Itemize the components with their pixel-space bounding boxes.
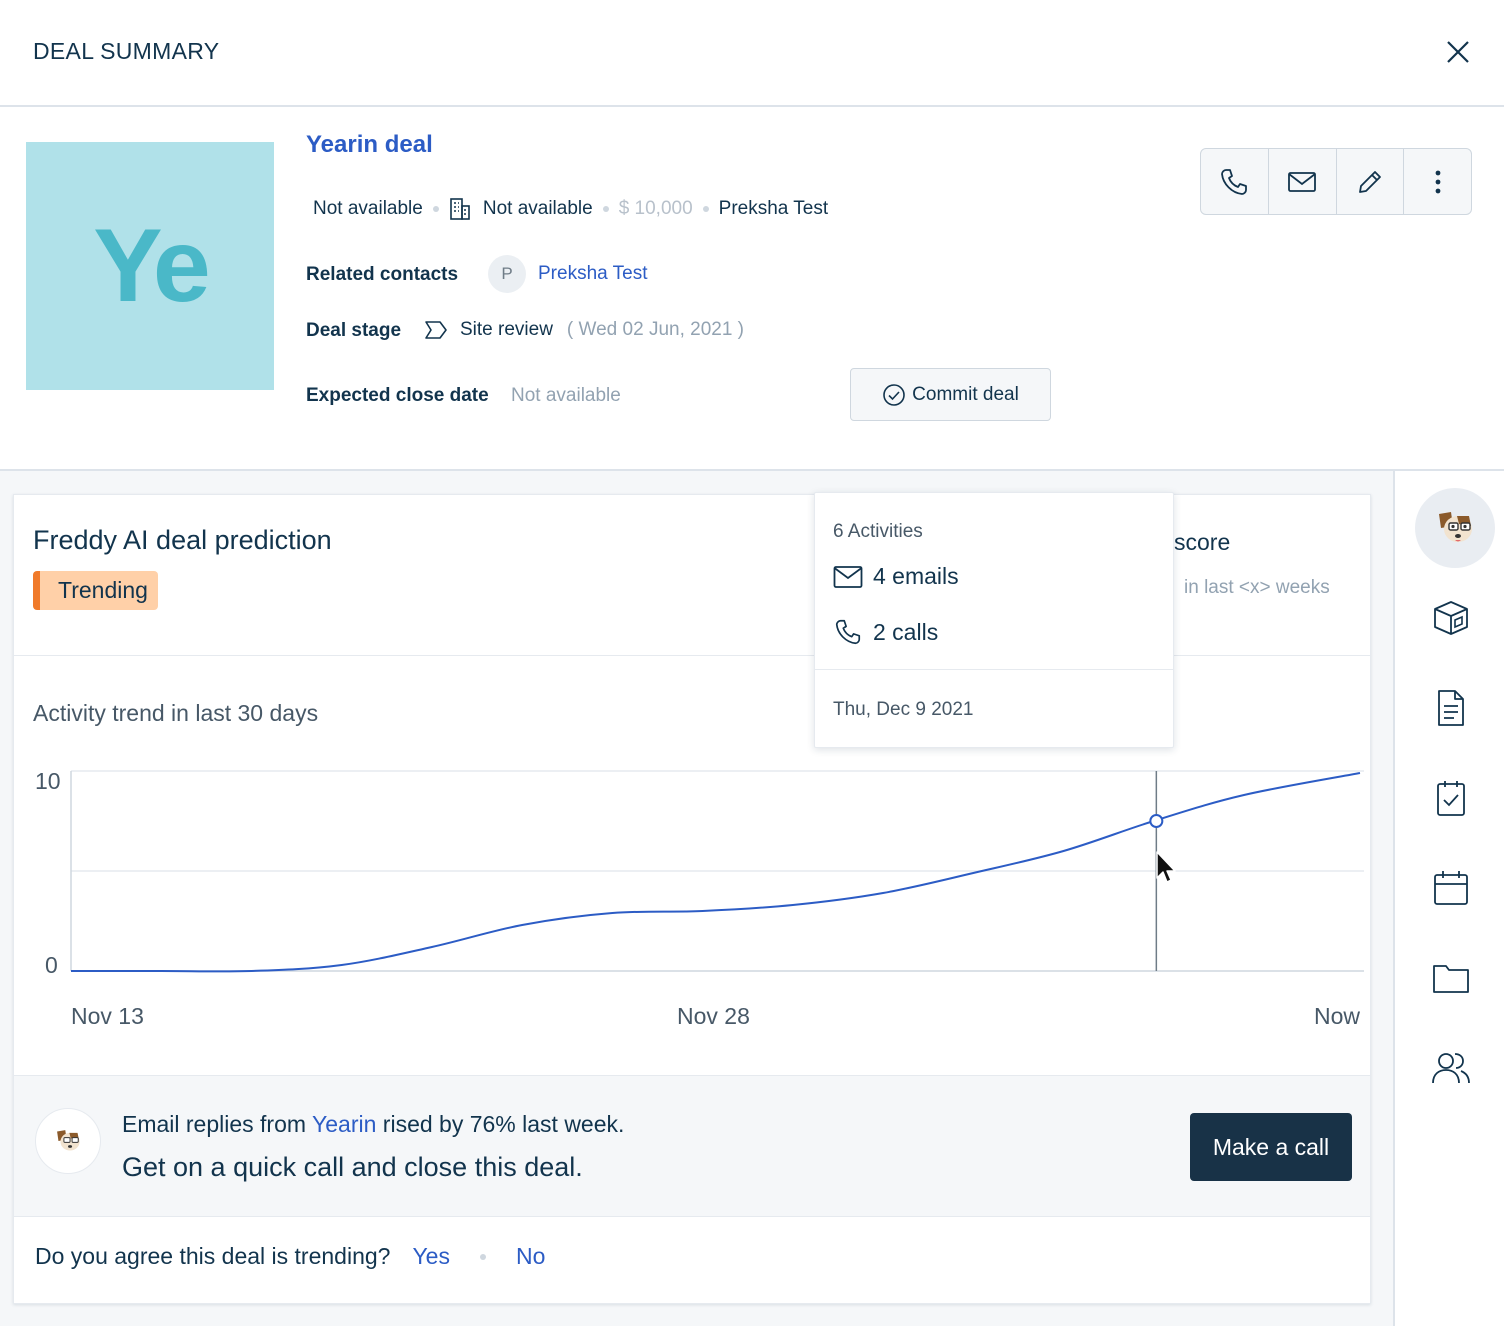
edit-button[interactable]	[1337, 149, 1405, 214]
divider	[815, 669, 1173, 670]
deal-meta-row: Not available Not available $ 10,000 Pre…	[313, 197, 828, 221]
x-tick-label: Nov 13	[71, 1003, 144, 1029]
deal-contact: Preksha Test	[718, 198, 829, 219]
product-icon[interactable]	[1431, 598, 1471, 638]
commit-deal-label: Commit deal	[912, 383, 1019, 405]
check-circle-icon	[883, 383, 905, 406]
trend-title: Activity trend in last 30 days	[33, 700, 319, 726]
deal-stage-label: Deal stage	[306, 320, 402, 341]
close-icon[interactable]	[1440, 34, 1476, 70]
calendar-icon[interactable]	[1431, 868, 1471, 908]
deal-name-link[interactable]: Yearin deal	[306, 131, 433, 159]
feedback-no-link[interactable]: No	[516, 1243, 545, 1270]
insight-text: Email replies from Yearin rised by 76% l…	[122, 1111, 624, 1138]
insight-recommendation: Get on a quick call and close this deal.	[122, 1152, 583, 1182]
modal-title: DEAL SUMMARY	[33, 38, 220, 64]
separator-dot	[602, 206, 609, 212]
insight-prefix: Email replies from	[122, 1111, 313, 1137]
email-button[interactable]	[1269, 149, 1337, 214]
more-icon	[1435, 170, 1441, 193]
freddy-avatar	[35, 1108, 101, 1174]
feedback-yes-link[interactable]: Yes	[412, 1243, 450, 1270]
trending-badge: Trending	[33, 571, 158, 610]
deal-info-section: Ye Yearin deal Not available Not availab…	[0, 107, 1504, 471]
deal-stage-date: ( Wed 02 Jun, 2021 )	[566, 319, 745, 340]
deal-stage: Site review ( Wed 02 Jun, 2021 )	[424, 319, 744, 341]
document-icon[interactable]	[1431, 688, 1471, 728]
insight-panel: Email replies from Yearin rised by 76% l…	[14, 1075, 1370, 1217]
right-rail	[1393, 471, 1504, 1326]
score-title: score	[1174, 529, 1231, 555]
tooltip-emails: 4 emails	[833, 563, 959, 590]
activity-tooltip: 6 Activities 4 emails 2 calls Thu, Dec 9…	[814, 492, 1174, 748]
mail-icon	[1288, 171, 1317, 192]
x-tick-label: Nov 28	[677, 1003, 750, 1029]
separator-dot	[432, 206, 439, 212]
tooltip-email-count: 4 emails	[873, 563, 959, 589]
deal-company: Not available	[482, 198, 593, 219]
deal-avatar: Ye	[26, 142, 274, 390]
related-contact-link[interactable]: Preksha Test	[538, 263, 647, 285]
related-contact: P Preksha Test	[488, 255, 647, 293]
contact-avatar: P	[488, 255, 526, 293]
score-subtitle: in last <x> weeks	[1184, 577, 1330, 598]
mouse-cursor-icon	[1156, 851, 1176, 883]
more-options-button[interactable]	[1404, 149, 1471, 214]
feedback-question: Do you agree this deal is trending?	[35, 1243, 391, 1269]
freddy-icon	[1439, 512, 1472, 542]
phone-icon	[1221, 168, 1248, 195]
folder-icon[interactable]	[1431, 958, 1471, 998]
freddy-icon	[57, 1130, 80, 1151]
separator-dot	[479, 1253, 486, 1260]
hover-point[interactable]	[1149, 814, 1164, 828]
contacts-icon[interactable]	[1431, 1048, 1471, 1088]
edit-icon	[1358, 170, 1381, 193]
task-icon[interactable]	[1431, 778, 1471, 818]
commit-deal-button[interactable]: Commit deal	[850, 368, 1051, 421]
deal-owner: Not available	[313, 198, 423, 219]
mail-icon	[833, 565, 863, 588]
insight-suffix: rised by 76% last week.	[376, 1111, 625, 1137]
close-date-label: Expected close date	[306, 385, 489, 406]
deal-stage-value: Site review	[460, 319, 553, 340]
tooltip-calls: 2 calls	[833, 617, 938, 647]
prediction-title: Freddy AI deal prediction	[33, 525, 332, 555]
deal-amount: $ 10,000	[618, 198, 693, 219]
close-date-value: Not available	[511, 385, 621, 406]
stage-icon	[424, 319, 448, 341]
tooltip-call-count: 2 calls	[873, 618, 939, 645]
deal-action-group	[1200, 148, 1472, 215]
phone-icon	[835, 619, 861, 645]
tooltip-activity-count: 6 Activities	[833, 521, 923, 542]
related-contacts-label: Related contacts	[306, 264, 459, 285]
freddy-rail-button[interactable]	[1415, 488, 1495, 568]
make-call-button[interactable]: Make a call	[1190, 1113, 1352, 1181]
insight-contact-link[interactable]: Yearin	[312, 1111, 376, 1137]
phone-button[interactable]	[1201, 149, 1269, 214]
feedback-row: Do you agree this deal is trending? Yes …	[35, 1243, 545, 1270]
separator-dot	[702, 206, 709, 212]
modal-header: DEAL SUMMARY	[0, 0, 1504, 107]
tooltip-date: Thu, Dec 9 2021	[833, 699, 974, 720]
building-icon	[449, 197, 471, 221]
deal-avatar-initials: Ye	[93, 207, 210, 324]
x-tick-label: Now	[1314, 1003, 1361, 1029]
